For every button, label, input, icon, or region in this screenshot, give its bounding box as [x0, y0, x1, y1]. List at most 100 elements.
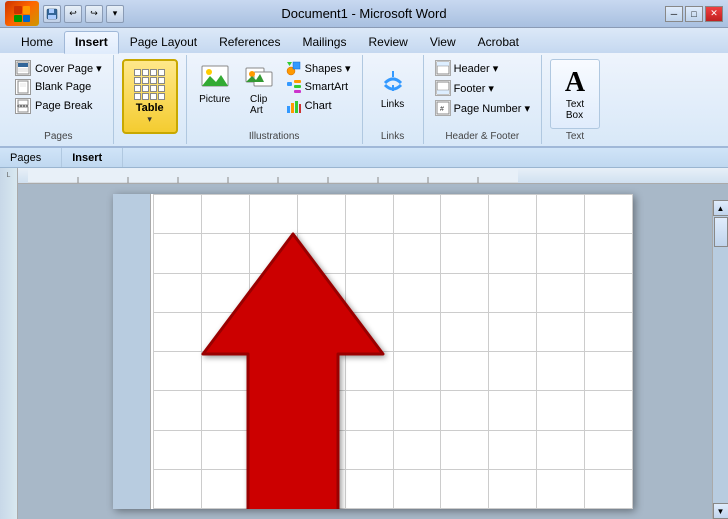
- table-grid-overlay: [153, 194, 633, 509]
- save-quick-btn[interactable]: [43, 5, 61, 23]
- tab-page-layout[interactable]: Page Layout: [119, 31, 208, 53]
- tab-references[interactable]: References: [208, 31, 291, 53]
- document-page: [113, 194, 633, 509]
- window-title: Document1 - Microsoft Word: [281, 6, 446, 21]
- header-label: Header ▾: [454, 62, 499, 75]
- table-btn-label: Table: [136, 102, 164, 114]
- tg-cell: [489, 470, 537, 509]
- tab-insert[interactable]: Insert: [64, 31, 119, 54]
- page-number-btn[interactable]: # Page Number ▾: [432, 99, 533, 117]
- text-A-icon: A: [565, 67, 585, 99]
- down-quick-btn[interactable]: ▾: [106, 5, 124, 23]
- tg-cell: [537, 352, 585, 391]
- page-break-btn[interactable]: Page Break: [12, 97, 95, 115]
- office-button[interactable]: [5, 1, 39, 26]
- tg-cell: [441, 195, 489, 234]
- blank-page-btn[interactable]: Blank Page: [12, 78, 94, 96]
- links-label: Links: [381, 99, 404, 110]
- tab-review[interactable]: Review: [357, 31, 418, 53]
- ribbon-group-links: Links Links: [363, 55, 424, 144]
- window-controls: ─ □ ✕: [665, 6, 723, 22]
- ribbon-group-table: Table ▾: [114, 55, 187, 144]
- tab-view[interactable]: View: [419, 31, 467, 53]
- tg-cell: [250, 195, 298, 234]
- tg-cell: [154, 391, 202, 430]
- tg-cell: [250, 234, 298, 273]
- minimize-btn[interactable]: ─: [665, 6, 683, 22]
- pages-group-label: Pages: [44, 131, 72, 142]
- tg-cell: [298, 313, 346, 352]
- tg-cell: [250, 391, 298, 430]
- tab-mailings[interactable]: Mailings: [291, 31, 357, 53]
- picture-label: Picture: [199, 94, 230, 105]
- tg-cell: [537, 431, 585, 470]
- shapes-btn[interactable]: Shapes ▾: [283, 59, 354, 77]
- tg-cell: [346, 352, 394, 391]
- picture-btn[interactable]: Picture: [195, 59, 235, 107]
- tg-cell: [346, 391, 394, 430]
- ribbon-group-illustrations: Picture ClipArt: [187, 55, 363, 144]
- scrollbar-right[interactable]: ▲ ▼: [712, 200, 728, 519]
- tg-cell: [489, 431, 537, 470]
- links-icon: [375, 63, 411, 99]
- tg-cell: [250, 313, 298, 352]
- tg-cell: [489, 274, 537, 313]
- text-box-label: TextBox: [566, 99, 584, 121]
- tg-cell: [489, 234, 537, 273]
- tg-cell: [154, 274, 202, 313]
- table-button[interactable]: Table ▾: [122, 59, 178, 134]
- chart-btn[interactable]: Chart: [283, 97, 354, 115]
- smartart-btn[interactable]: SmartArt: [283, 78, 354, 96]
- tab-acrobat[interactable]: Acrobat: [467, 31, 530, 53]
- tab-home[interactable]: Home: [10, 31, 64, 53]
- scroll-down-btn[interactable]: ▼: [713, 503, 728, 519]
- scroll-up-btn[interactable]: ▲: [713, 200, 728, 216]
- tg-cell: [250, 431, 298, 470]
- tg-cell: [585, 352, 633, 391]
- hf-group-label: Header & Footer: [445, 131, 519, 142]
- undo-quick-btn[interactable]: ↩: [64, 5, 82, 23]
- clip-art-btn[interactable]: ClipArt: [239, 59, 279, 118]
- table-dropdown-arrow: ▾: [147, 114, 152, 125]
- tg-cell: [441, 234, 489, 273]
- tg-cell: [346, 234, 394, 273]
- tg-cell: [489, 352, 537, 391]
- clip-art-icon: [243, 61, 275, 93]
- tg-cell: [585, 313, 633, 352]
- tg-cell: [537, 274, 585, 313]
- tg-cell: [441, 431, 489, 470]
- tg-cell: [394, 274, 442, 313]
- tg-cell: [537, 470, 585, 509]
- table-grid-icon: [134, 69, 165, 100]
- document-area: L: [0, 168, 728, 519]
- ruler-top-svg: [28, 169, 518, 183]
- tg-cell: [489, 195, 537, 234]
- tg-cell: [154, 313, 202, 352]
- tg-cell: [298, 470, 346, 509]
- tg-cell: [394, 431, 442, 470]
- tg-cell: [441, 391, 489, 430]
- header-btn[interactable]: Header ▾: [432, 59, 533, 77]
- redo-quick-btn[interactable]: ↪: [85, 5, 103, 23]
- close-btn[interactable]: ✕: [705, 6, 723, 22]
- maximize-btn[interactable]: □: [685, 6, 703, 22]
- tg-cell: [202, 431, 250, 470]
- ribbon-labels-row: Pages Insert: [0, 148, 728, 168]
- footer-btn[interactable]: Footer ▾: [432, 79, 533, 97]
- tg-cell: [202, 470, 250, 509]
- tg-cell: [489, 391, 537, 430]
- ribbon: Cover Page ▾ Blank Page: [0, 53, 728, 148]
- tg-cell: [298, 431, 346, 470]
- tg-cell: [394, 313, 442, 352]
- text-box-btn[interactable]: A TextBox: [550, 59, 600, 129]
- tg-cell: [154, 195, 202, 234]
- tg-cell: [585, 195, 633, 234]
- text-items: A TextBox: [550, 59, 600, 129]
- tg-cell: [585, 470, 633, 509]
- scroll-thumb[interactable]: [714, 217, 728, 247]
- cover-page-btn[interactable]: Cover Page ▾: [12, 59, 105, 77]
- tg-cell: [346, 431, 394, 470]
- pages-group-bottom-label: Pages: [0, 148, 62, 167]
- tg-cell: [202, 234, 250, 273]
- links-btn[interactable]: Links: [371, 59, 415, 114]
